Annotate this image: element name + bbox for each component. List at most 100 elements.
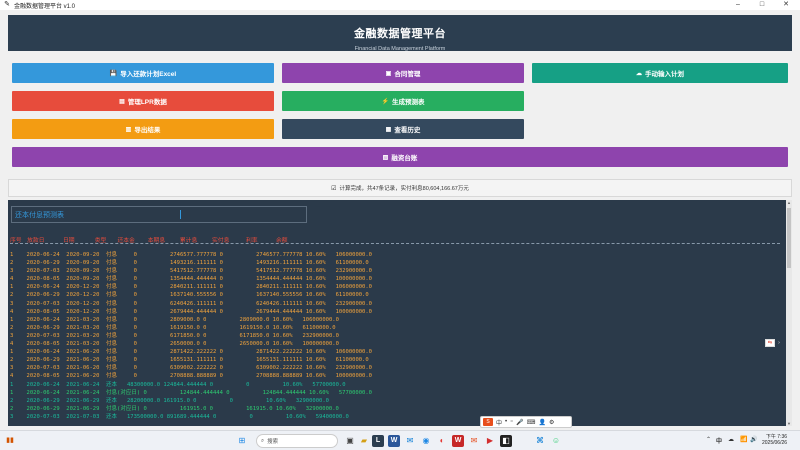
floating-tool-icon[interactable]: ⇆ — [765, 339, 775, 347]
wps-icon[interactable]: W — [452, 435, 464, 447]
header-subtitle: Financial Data Management Platform — [354, 46, 446, 52]
export-results-button[interactable]: ▥ 导出结果 — [12, 119, 274, 139]
window-title: 金融数据管理平台 v1.0 — [14, 3, 76, 10]
table-row: 2 2020-06-29 2020-12-20 付息 0 1637140.555… — [10, 292, 369, 299]
clock-date: 2025/06/26 — [762, 440, 788, 446]
generate-forecast-label: 生成预测表 — [391, 99, 425, 106]
ime-settings-icon[interactable]: ⚙ — [549, 419, 554, 426]
table-row: 1 2020-06-24 2020-12-20 付息 0 2840211.111… — [10, 284, 372, 291]
mail-icon[interactable]: ✉ — [404, 435, 416, 447]
ime-keyboard-icon[interactable]: ⌨ — [527, 419, 536, 426]
app-feather-icon: ✎ — [4, 1, 10, 8]
search-placeholder: 搜索 — [267, 439, 279, 445]
financing-ledger-label: 融资台账 — [391, 155, 418, 162]
word-icon[interactable]: W — [388, 435, 400, 447]
ime-microphone-icon[interactable]: 🎤 — [516, 419, 523, 426]
volume-icon[interactable]: 🔊 — [750, 436, 757, 443]
table-row: 4 2020-08-05 2021-06-20 付息 0 2708888.888… — [10, 373, 372, 380]
manage-lpr-button[interactable]: ▤ 管理LPR数据 — [12, 91, 274, 111]
status-bar: ☑ 计算完成，共47条记录，实付利息80,604,166.67万元 — [8, 179, 792, 197]
generate-forecast-button[interactable]: ⚡ 生成预测表 — [282, 91, 524, 111]
task-view-icon[interactable]: ▣ — [344, 435, 356, 447]
table-row: 3 2020-07-03 2020-09-20 付息 0 5417512.777… — [10, 268, 372, 275]
table-row: 2 2020-06-29 2020-09-20 付息 0 1493216.111… — [10, 260, 369, 267]
header-title: 金融数据管理平台 — [354, 28, 446, 40]
lightning-icon: ⚡ — [381, 98, 389, 105]
taskbar-search[interactable]: ⌕ 搜索 — [256, 434, 338, 448]
media-player-icon[interactable]: ▶ — [484, 435, 496, 447]
vscode-icon[interactable]: ⌘ — [534, 435, 546, 447]
table-row: 4 2020-08-05 2021-03-20 付息 0 2650000.0 0… — [10, 341, 339, 348]
maximize-button[interactable]: □ — [750, 0, 774, 10]
table-row: 4 2020-08-05 2020-09-20 付息 0 1354444.444… — [10, 276, 372, 283]
import-excel-button[interactable]: 💾 导入还款计划Excel — [12, 63, 274, 83]
financing-ledger-button[interactable]: ▧ 融资台账 — [12, 147, 788, 167]
ime-user-icon[interactable]: 👤 — [538, 419, 545, 426]
widgets-icon[interactable]: ▮▮ — [4, 435, 16, 447]
export-results-label: 导出结果 — [134, 127, 161, 134]
ime-toolbar[interactable]: S 中 • ⁼ 🎤 ⌨ 👤 ⚙ — [480, 416, 572, 428]
table-row: 2 2020-06-29 2021-06-29 付息(对应日) 0 161915… — [10, 405, 339, 412]
text-cursor — [180, 210, 181, 219]
export-icon: ▥ — [125, 126, 132, 133]
terminal-icon[interactable]: ◧ — [500, 435, 512, 447]
manual-input-button[interactable]: ☁ 手动输入计划 — [532, 63, 788, 83]
document-icon: ▣ — [385, 70, 392, 77]
manage-lpr-label: 管理LPR数据 — [127, 99, 167, 106]
table-row: 4 2020-08-05 2020-12-20 付息 0 2679444.444… — [10, 308, 372, 315]
close-button[interactable]: ✕ — [774, 0, 798, 10]
table-row: 3 2020-07-03 2020-12-20 付息 0 6240426.111… — [10, 300, 372, 307]
outlook-icon[interactable]: ✉ — [468, 435, 480, 447]
window-titlebar: ✎ 金融数据管理平台 v1.0 – □ ✕ — [0, 0, 800, 10]
cloud-icon: ☁ — [636, 70, 642, 77]
import-excel-label: 导入还款计划Excel — [120, 71, 177, 78]
scroll-down-arrow-icon[interactable]: ▼ — [786, 421, 792, 426]
windows-taskbar: ▮▮ ⊞ ⌕ 搜索 ▣ ▰ L W ✉ ◉ ◐ W ✉ ▶ ◧ ⌘ ☺ ⌃ 中 … — [0, 430, 800, 450]
table-row: 2 2020-06-29 2021-03-20 付息 0 1619150.0 0… — [10, 324, 336, 331]
status-text: 计算完成，共47条记录，实付利息80,604,166.67万元 — [339, 186, 469, 192]
wifi-icon[interactable]: 📶 — [740, 436, 747, 443]
panel-title-text: 还本付息预测表 — [15, 211, 64, 219]
view-history-button[interactable]: ▦ 查看历史 — [282, 119, 524, 139]
taskbar-clock[interactable]: 下午 7:36 2025/06/26 — [762, 434, 787, 446]
ime-mode-chinese[interactable]: 中 — [496, 418, 502, 427]
table-row: 2 2020-06-29 2021-06-29 还本 28200000.0 16… — [10, 397, 329, 404]
chrome-icon[interactable]: ◐ — [436, 435, 448, 447]
forecast-table-title: 还本付息预测表 — [11, 206, 307, 223]
forecast-output-panel[interactable]: 还本付息预测表 序号 放款日 日期 类型 还本金 本期息 累计息 实付息 利率 … — [8, 200, 786, 426]
app-header: 金融数据管理平台 Financial Data Management Platf… — [8, 15, 792, 52]
table-row: 3 2020-07-03 2021-07-03 还本 173500000.0 8… — [10, 413, 349, 420]
table-row: 1 2020-06-24 2021-03-20 付息 0 2809000.0 0… — [10, 316, 339, 323]
tray-cloud-icon[interactable]: ☁ — [728, 436, 734, 443]
table-row: 1 2020-06-24 2020-09-20 付息 0 2746577.777… — [10, 252, 372, 258]
table-row: 3 2020-07-03 2021-06-20 付息 0 6309002.222… — [10, 365, 372, 372]
contract-management-label: 合同管理 — [394, 71, 421, 78]
table-row: 3 2020-07-03 2021-03-20 付息 0 6171850.0 0… — [10, 332, 339, 339]
contract-management-button[interactable]: ▣ 合同管理 — [282, 63, 524, 83]
scroll-up-arrow-icon[interactable]: ▲ — [786, 200, 792, 205]
manual-input-label: 手动输入计划 — [645, 71, 684, 78]
sogou-ime-icon[interactable]: S — [483, 418, 493, 426]
wechat-icon[interactable]: ☺ — [550, 435, 562, 447]
checkbox-icon: ☑ — [331, 185, 337, 192]
floating-tool-toggle-icon[interactable]: › — [775, 339, 783, 347]
table-row: 1 2020-06-24 2021-06-24 还本 48300000.0 12… — [10, 381, 346, 388]
database-icon: ▤ — [119, 98, 125, 105]
view-history-label: 查看历史 — [394, 127, 421, 134]
minimize-button[interactable]: – — [726, 0, 750, 10]
edge-icon[interactable]: ◉ — [420, 435, 432, 447]
panel-scrollbar[interactable]: ▲ ▼ — [786, 200, 792, 426]
table-separator — [10, 243, 780, 244]
start-menu-icon[interactable]: ⊞ — [236, 435, 248, 447]
file-explorer-icon[interactable]: ▰ — [358, 435, 370, 447]
ime-width-icon[interactable]: ⁼ — [510, 419, 513, 426]
scroll-thumb[interactable] — [787, 208, 791, 268]
table-row: 2 2020-06-29 2021-06-20 付息 0 1655131.111… — [10, 357, 369, 364]
ledger-icon: ▧ — [382, 154, 389, 161]
app-l-icon[interactable]: L — [372, 435, 384, 447]
tray-overflow-icon[interactable]: ⌃ — [706, 436, 711, 443]
table-row: 1 2020-06-24 2021-06-20 付息 0 2871422.222… — [10, 349, 372, 356]
tray-language-indicator[interactable]: 中 — [716, 436, 722, 445]
search-icon: ⌕ — [261, 437, 265, 444]
ime-punctuation-icon[interactable]: • — [505, 419, 507, 425]
